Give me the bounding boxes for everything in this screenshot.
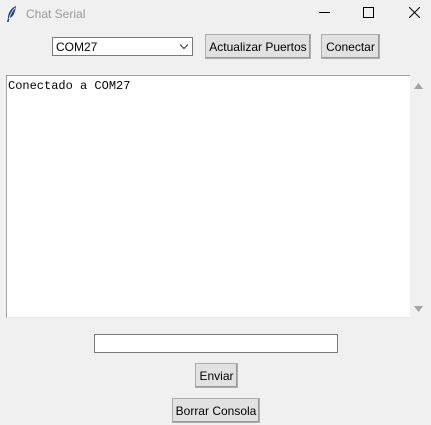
window-title: Chat Serial (26, 7, 86, 21)
scroll-down-button[interactable] (410, 301, 427, 315)
maximize-button[interactable] (348, 0, 388, 28)
message-input[interactable] (94, 334, 338, 353)
send-button[interactable]: Enviar (195, 363, 238, 388)
minimize-button[interactable] (304, 0, 344, 28)
feather-icon (5, 5, 19, 23)
title-bar[interactable]: Chat Serial (0, 0, 431, 28)
port-select[interactable]: COM27 (52, 37, 193, 56)
console-scrollbar[interactable] (410, 75, 427, 318)
refresh-ports-button[interactable]: Actualizar Puertos (205, 34, 311, 59)
close-button[interactable] (394, 0, 431, 28)
console-output: Conectado a COM27 (8, 79, 131, 93)
port-select-value: COM27 (56, 40, 98, 54)
scroll-up-button[interactable] (410, 78, 427, 92)
connect-button[interactable]: Conectar (321, 34, 380, 59)
close-icon (408, 5, 420, 23)
app-window: Chat Serial COM27 Actualizar Puertos Con… (0, 0, 431, 425)
clear-console-button[interactable]: Borrar Consola (172, 398, 260, 423)
maximize-icon (362, 5, 374, 23)
minimize-icon (318, 5, 330, 23)
chevron-down-icon[interactable] (178, 40, 190, 53)
arrow-up-icon (414, 76, 423, 94)
arrow-down-icon (414, 299, 423, 317)
console-textarea[interactable]: Conectado a COM27 (6, 75, 410, 318)
